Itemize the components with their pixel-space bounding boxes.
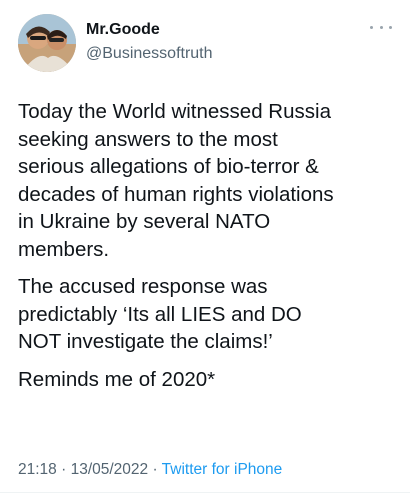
tweet-paragraph: Today the World witnessed Russia seeking… bbox=[18, 100, 334, 261]
dot bbox=[389, 25, 392, 29]
author-handle[interactable]: @Businessoftruth bbox=[86, 44, 213, 64]
meta-separator: · bbox=[148, 461, 162, 478]
tweet-meta: 21:18 · 13/05/2022 · Twitter for iPhone bbox=[18, 460, 282, 480]
avatar-photo-icon bbox=[18, 14, 76, 72]
avatar[interactable] bbox=[18, 14, 76, 72]
tweet-time[interactable]: 21:18 bbox=[18, 461, 57, 478]
tweet-text: Today the World witnessed Russia seeking… bbox=[18, 98, 398, 403]
tweet-paragraph: The accused response was predictably ‘It… bbox=[18, 275, 302, 353]
dot bbox=[379, 25, 383, 29]
divider bbox=[0, 492, 410, 493]
tweet-source[interactable]: Twitter for iPhone bbox=[162, 461, 283, 478]
author-display-name[interactable]: Mr.Goode bbox=[86, 20, 160, 40]
more-dots-icon[interactable] bbox=[370, 20, 392, 34]
tweet-header: Mr.Goode @Businessoftruth bbox=[18, 14, 398, 74]
tweet-paragraph: Reminds me of 2020* bbox=[18, 367, 216, 391]
tweet-card: Mr.Goode @Businessoftruth Today the Worl… bbox=[0, 0, 410, 500]
meta-separator: · bbox=[56, 461, 71, 478]
dot bbox=[370, 25, 373, 29]
tweet-date[interactable]: 13/05/2022 bbox=[71, 461, 149, 478]
